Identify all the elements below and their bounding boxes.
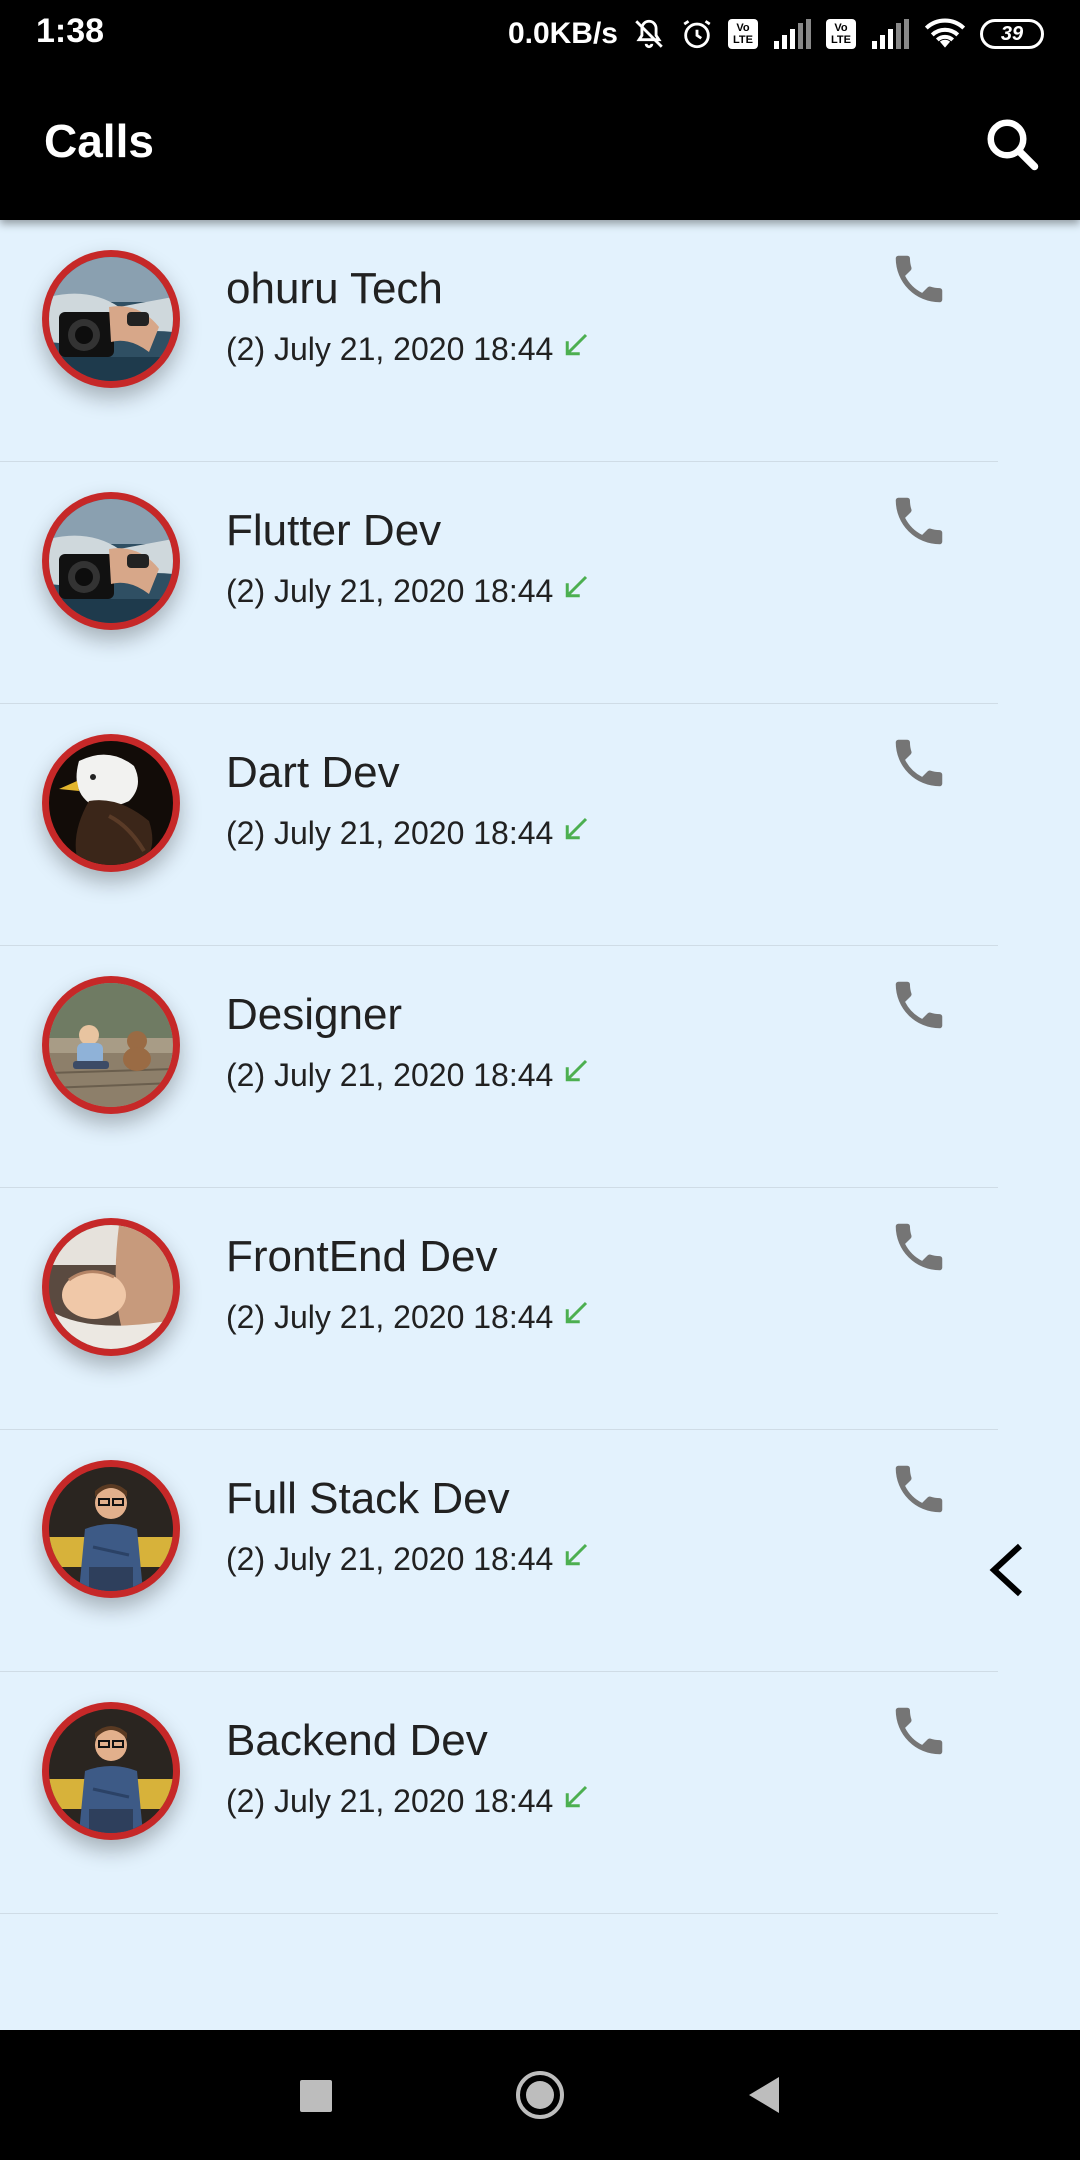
call-info: (2) July 21, 2020 18:44 [226, 1540, 591, 1578]
phone-icon [888, 497, 950, 556]
avatar-image [49, 1225, 173, 1349]
avatar[interactable] [42, 1218, 180, 1356]
volte-icon: Vo LTE [826, 19, 856, 49]
mute-bell-icon [632, 17, 666, 51]
alarm-icon [680, 17, 714, 51]
incoming-call-arrow-icon [561, 330, 591, 368]
call-list-item[interactable]: FrontEnd Dev (2) July 21, 2020 18:44 [0, 1188, 1080, 1430]
divider [0, 1913, 998, 1914]
call-info: (2) July 21, 2020 18:44 [226, 814, 591, 852]
volte-icon: Vo LTE [728, 19, 758, 49]
net-speed: 0.0KB/s [507, 17, 618, 50]
status-bar: 1:38 0.0KB/s Vo LTE Vo LTE 39 [0, 0, 1080, 68]
call-info: (2) July 21, 2020 18:44 [226, 1056, 591, 1094]
signal-icon [772, 19, 812, 49]
avatar[interactable] [42, 734, 180, 872]
phone-icon [888, 255, 950, 314]
call-button[interactable] [888, 490, 950, 552]
call-button[interactable] [888, 248, 950, 310]
incoming-call-arrow-icon [561, 1056, 591, 1094]
contact-name: Flutter Dev [226, 506, 442, 555]
avatar-image [49, 1467, 173, 1591]
app-bar: Calls [0, 68, 1080, 220]
recents-button[interactable] [285, 2065, 345, 2125]
home-button[interactable] [510, 2065, 570, 2125]
phone-icon [888, 1465, 950, 1524]
contact-name: Full Stack Dev [226, 1474, 510, 1523]
collapse-arrow-button[interactable] [980, 1540, 1034, 1600]
avatar-image [49, 983, 173, 1107]
avatar[interactable] [42, 976, 180, 1114]
call-list: ohuru Tech (2) July 21, 2020 18:44 Flutt… [0, 220, 1080, 1914]
call-list-item[interactable]: Full Stack Dev (2) July 21, 2020 18:44 [0, 1430, 1080, 1672]
call-info-text: (2) July 21, 2020 18:44 [226, 1540, 554, 1577]
call-info: (2) July 21, 2020 18:44 [226, 1782, 591, 1820]
call-info-text: (2) July 21, 2020 18:44 [226, 330, 554, 367]
system-nav-bar [0, 2030, 1080, 2160]
phone-icon [888, 1223, 950, 1282]
signal-icon [870, 19, 910, 49]
avatar[interactable] [42, 1460, 180, 1598]
call-list-item[interactable]: Designer (2) July 21, 2020 18:44 [0, 946, 1080, 1188]
call-info-text: (2) July 21, 2020 18:44 [226, 1056, 554, 1093]
call-info-text: (2) July 21, 2020 18:44 [226, 1298, 554, 1335]
battery-icon: 39 [980, 19, 1044, 49]
call-info: (2) July 21, 2020 18:44 [226, 1298, 591, 1336]
home-circle-icon [516, 2071, 564, 2119]
avatar-image [49, 741, 173, 865]
back-button[interactable] [735, 2065, 795, 2125]
page-title: Calls [44, 115, 154, 167]
phone-icon [888, 1707, 950, 1766]
call-button[interactable] [888, 974, 950, 1036]
call-info: (2) July 21, 2020 18:44 [226, 572, 591, 610]
incoming-call-arrow-icon [561, 572, 591, 610]
phone-icon [888, 739, 950, 798]
search-button[interactable] [982, 114, 1042, 174]
incoming-call-arrow-icon [561, 1540, 591, 1578]
call-button[interactable] [888, 1458, 950, 1520]
contact-name: Designer [226, 990, 403, 1039]
phone-icon [888, 981, 950, 1040]
avatar[interactable] [42, 492, 180, 630]
search-icon [987, 119, 1039, 171]
call-info-text: (2) July 21, 2020 18:44 [226, 814, 554, 851]
call-button[interactable] [888, 732, 950, 794]
incoming-call-arrow-icon [561, 1782, 591, 1820]
call-list-item[interactable]: Flutter Dev (2) July 21, 2020 18:44 [0, 462, 1080, 704]
call-info-text: (2) July 21, 2020 18:44 [226, 1782, 554, 1819]
avatar-image [49, 499, 173, 623]
call-list-item[interactable]: Dart Dev (2) July 21, 2020 18:44 [0, 704, 1080, 946]
chevron-left-icon [989, 1543, 1023, 1597]
call-list-item[interactable]: ohuru Tech (2) July 21, 2020 18:44 [0, 220, 1080, 462]
contact-name: Backend Dev [226, 1716, 488, 1765]
call-info-text: (2) July 21, 2020 18:44 [226, 572, 554, 609]
call-button[interactable] [888, 1216, 950, 1278]
avatar[interactable] [42, 1702, 180, 1840]
wifi-icon [924, 17, 966, 51]
avatar-image [49, 257, 173, 381]
status-time: 1:38 [36, 12, 105, 50]
status-icons: 0.0KB/s Vo LTE Vo LTE 39 [508, 10, 1044, 58]
call-list-item[interactable]: Backend Dev (2) July 21, 2020 18:44 [0, 1672, 1080, 1914]
contact-name: ohuru Tech [226, 264, 443, 313]
call-button[interactable] [888, 1700, 950, 1762]
contact-name: Dart Dev [226, 748, 400, 797]
incoming-call-arrow-icon [561, 814, 591, 852]
square-icon [300, 2080, 332, 2112]
call-info: (2) July 21, 2020 18:44 [226, 330, 591, 368]
back-triangle-icon [749, 2077, 779, 2113]
avatar[interactable] [42, 250, 180, 388]
contact-name: FrontEnd Dev [226, 1232, 498, 1281]
avatar-image [49, 1709, 173, 1833]
incoming-call-arrow-icon [561, 1298, 591, 1336]
